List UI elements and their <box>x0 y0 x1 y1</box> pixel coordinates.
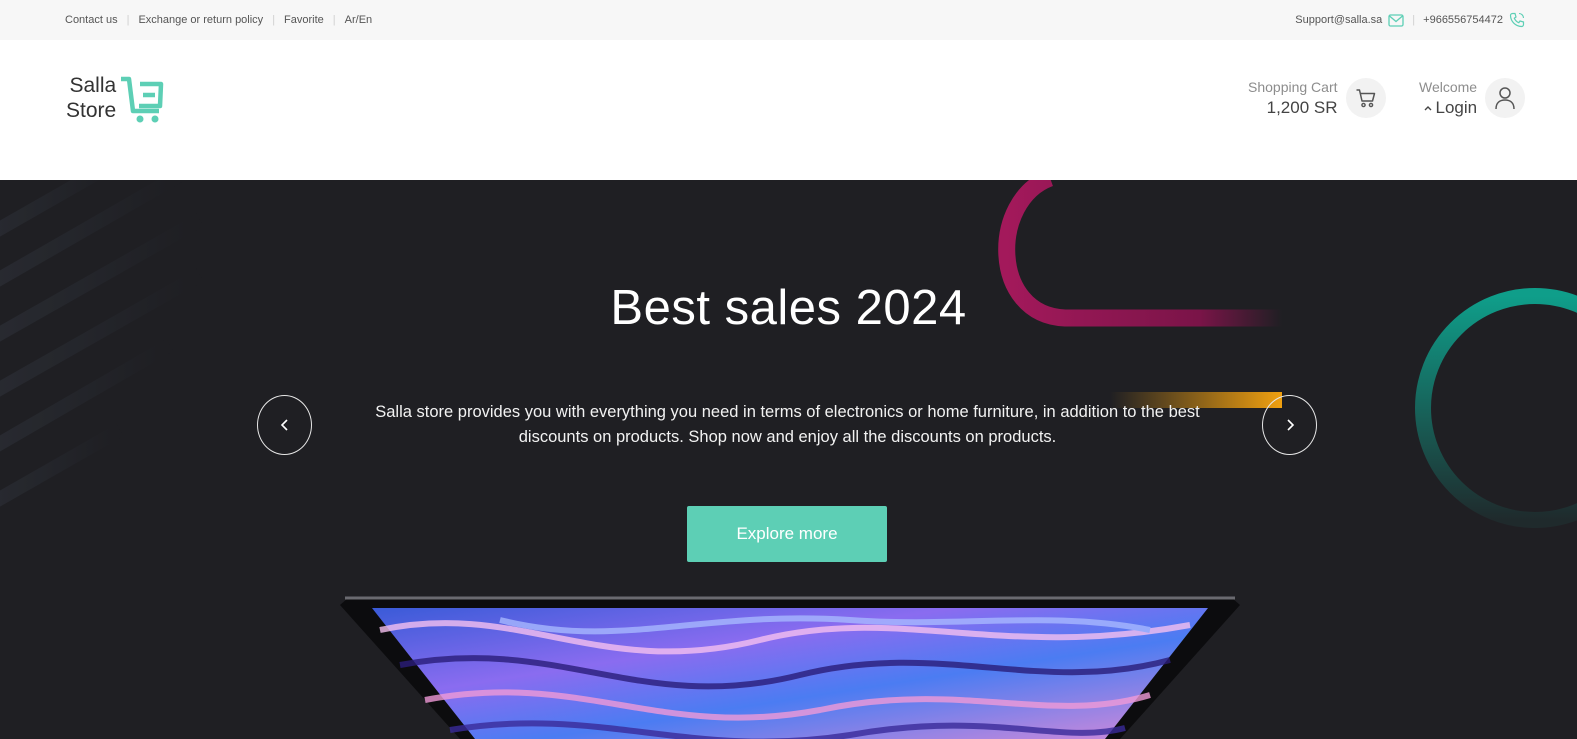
login-text: Login <box>1435 97 1478 117</box>
user-account[interactable]: Welcome Login <box>1419 78 1526 118</box>
cart-icon <box>1356 89 1375 108</box>
mail-icon <box>1388 13 1404 27</box>
hero-banner: Best sales 2024 Salla store provides you… <box>0 180 1577 739</box>
explore-more-button[interactable]: Explore more <box>687 506 887 562</box>
store-logo[interactable]: Salla Store <box>66 73 167 123</box>
divider: | <box>126 14 130 26</box>
support-phone-text: +966556754472 <box>1423 14 1503 26</box>
divider: | <box>272 14 276 26</box>
hero-title: Best sales 2024 <box>610 281 967 335</box>
cart-amount: 1,200 SR <box>1266 97 1338 117</box>
divider: | <box>1412 14 1416 26</box>
cart-label: Shopping Cart <box>1248 78 1338 95</box>
main-header: Salla Store Shopping Cart 1,200 SR Welco… <box>0 40 1577 180</box>
contact-info: Support@salla.sa | +966556754472 <box>1295 12 1525 28</box>
slider-next-button[interactable] <box>1262 395 1317 455</box>
chevron-right-icon <box>1286 419 1294 431</box>
user-button[interactable] <box>1485 78 1526 118</box>
hero-description: Salla store provides you with everything… <box>375 403 1200 446</box>
favorite-link[interactable]: Favorite <box>284 14 324 26</box>
top-bar: Contact us | Exchange or return policy |… <box>0 0 1577 40</box>
cart-button[interactable] <box>1345 78 1386 118</box>
logo-cart-icon <box>121 76 164 123</box>
user-labels: Welcome Login <box>1419 79 1477 118</box>
exchange-policy-link[interactable]: Exchange or return policy <box>138 14 263 26</box>
support-email[interactable]: Support@salla.sa <box>1295 13 1404 27</box>
logo-line-2: Store <box>66 99 117 122</box>
divider: | <box>332 14 336 26</box>
phone-icon <box>1509 12 1525 28</box>
cart-labels: Shopping Cart 1,200 SR <box>1248 79 1338 118</box>
support-email-text: Support@salla.sa <box>1295 14 1383 26</box>
welcome-label: Welcome <box>1419 78 1478 95</box>
chevron-up-icon <box>1424 105 1432 110</box>
chevron-left-icon <box>280 419 288 431</box>
logo-text: Salla Store <box>66 73 116 123</box>
contact-us-link[interactable]: Contact us <box>65 14 118 26</box>
logo-line-1: Salla <box>69 74 117 97</box>
login-link[interactable]: Login <box>1419 98 1477 118</box>
language-switch-link[interactable]: Ar/En <box>345 14 373 26</box>
shopping-cart[interactable]: Shopping Cart 1,200 SR <box>1248 78 1386 118</box>
top-links: Contact us | Exchange or return policy |… <box>65 14 372 26</box>
laptop-image <box>340 596 1240 739</box>
support-phone[interactable]: +966556754472 <box>1423 12 1525 28</box>
slider-prev-button[interactable] <box>257 395 312 455</box>
user-icon <box>1495 87 1515 110</box>
hero-decoration <box>0 180 1577 739</box>
